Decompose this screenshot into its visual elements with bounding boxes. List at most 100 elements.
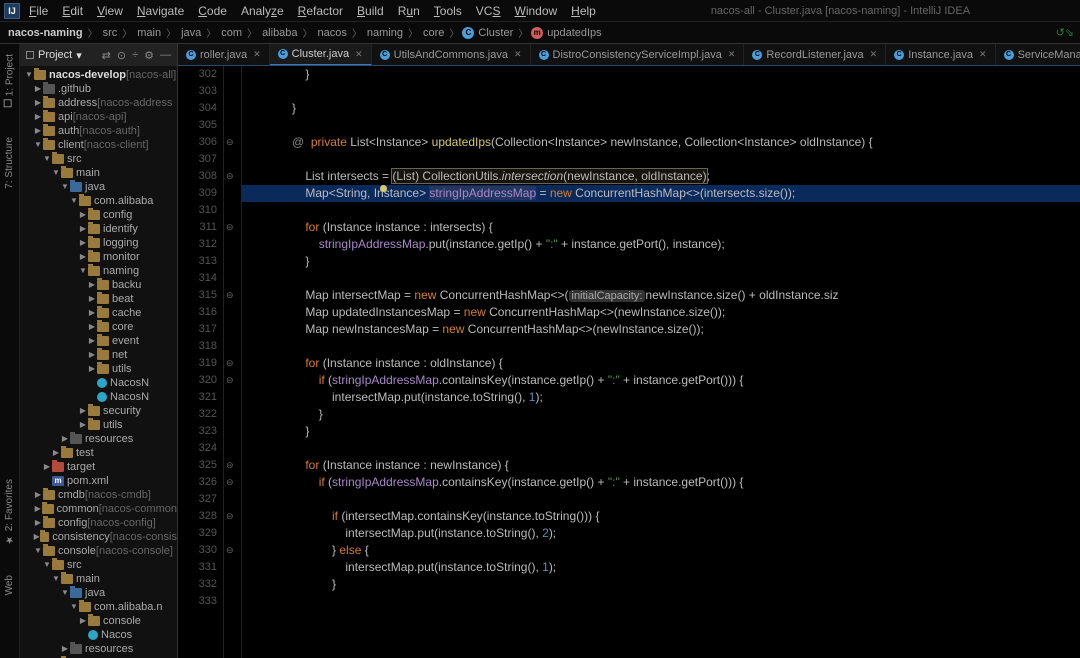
tree-arrow-icon[interactable]: ▼ <box>60 180 70 194</box>
tree-arrow-icon[interactable]: ▶ <box>78 404 88 418</box>
tool-project-button[interactable]: 1: Project <box>4 54 16 107</box>
tree-arrow-icon[interactable]: ▼ <box>69 600 79 614</box>
tree-arrow-icon[interactable]: ▶ <box>78 222 88 236</box>
tree-arrow-icon[interactable]: ▶ <box>87 306 97 320</box>
menu-navigate[interactable]: Navigate <box>130 2 191 20</box>
breadcrumb-method[interactable]: updatedIps <box>545 27 603 39</box>
breadcrumb-root[interactable]: nacos-naming <box>6 27 85 39</box>
tree-node[interactable]: ▶address [nacos-address <box>20 96 177 110</box>
menu-analyze[interactable]: Analyze <box>234 2 291 20</box>
tree-arrow-icon[interactable]: ▶ <box>33 82 43 96</box>
tree-node[interactable]: ▼com.alibaba.n <box>20 600 177 614</box>
fold-icon[interactable]: ⊖ <box>226 171 234 182</box>
tree-arrow-icon[interactable]: ▶ <box>33 530 40 544</box>
tree-node[interactable]: ▼src <box>20 152 177 166</box>
tree-node[interactable]: ▶resources <box>20 432 177 446</box>
tree-node[interactable]: ▶utils <box>20 362 177 376</box>
tree-node[interactable]: ▶target <box>20 460 177 474</box>
tree-node[interactable]: ▶.github <box>20 82 177 96</box>
project-tree[interactable]: ▼nacos-develop [nacos-all]▶.github▶addre… <box>20 66 177 658</box>
tree-node[interactable]: ▶beat <box>20 292 177 306</box>
tree-node[interactable]: ▶test <box>20 446 177 460</box>
fold-icon[interactable]: ⊖ <box>226 375 234 386</box>
tree-arrow-icon[interactable]: ▼ <box>51 572 61 586</box>
fold-icon[interactable]: ⊖ <box>226 545 234 556</box>
tree-node[interactable]: ▼nacos-develop [nacos-all] <box>20 68 177 82</box>
close-icon[interactable]: ✕ <box>514 49 522 60</box>
tool-favorites-button[interactable]: ★ 2: Favorites <box>4 479 15 545</box>
tree-node[interactable]: ▶core <box>20 320 177 334</box>
editor-tab[interactable]: CUtilsAndCommons.java✕ <box>372 44 531 65</box>
tree-node[interactable]: ▼com.alibaba <box>20 194 177 208</box>
tree-arrow-icon[interactable]: ▶ <box>33 110 43 124</box>
menu-file[interactable]: FFileile <box>22 2 55 20</box>
tree-arrow-icon[interactable]: ▼ <box>33 544 43 558</box>
code-editor[interactable]: 3023033043053063073083093103113123133143… <box>178 66 1080 658</box>
editor-tab[interactable]: Croller.java✕ <box>178 44 270 65</box>
menu-window[interactable]: Window <box>507 2 564 20</box>
tree-arrow-icon[interactable]: ▶ <box>60 642 70 656</box>
breadcrumb-nacos[interactable]: nacos <box>316 27 349 39</box>
tree-arrow-icon[interactable]: ▶ <box>78 236 88 250</box>
editor-tab[interactable]: CCluster.java✕ <box>270 44 372 66</box>
menu-build[interactable]: Build <box>350 2 391 20</box>
tree-node[interactable]: ▼console [nacos-console] <box>20 544 177 558</box>
breadcrumb-core[interactable]: core <box>421 27 446 39</box>
tree-node[interactable]: ▶config <box>20 208 177 222</box>
editor-tab[interactable]: CServiceManager.java✕ <box>996 44 1080 65</box>
fold-icon[interactable]: ⊖ <box>226 222 234 233</box>
breadcrumb-naming[interactable]: naming <box>365 27 405 39</box>
tree-arrow-icon[interactable]: ▶ <box>78 250 88 264</box>
close-icon[interactable]: ✕ <box>979 49 987 60</box>
run-indicator-icon[interactable]: ↺⇘ <box>1056 26 1074 39</box>
tree-arrow-icon[interactable]: ▼ <box>60 586 70 600</box>
menu-run[interactable]: Run <box>391 2 427 20</box>
tree-node[interactable]: ▶config [nacos-config] <box>20 516 177 530</box>
tree-arrow-icon[interactable]: ▶ <box>87 348 97 362</box>
tree-arrow-icon[interactable]: ▶ <box>87 320 97 334</box>
menu-edit[interactable]: Edit <box>55 2 90 20</box>
tree-node[interactable]: ▼main <box>20 572 177 586</box>
editor-tab[interactable]: CInstance.java✕ <box>886 44 995 65</box>
tree-arrow-icon[interactable]: ▶ <box>78 208 88 222</box>
tree-arrow-icon[interactable]: ▶ <box>33 502 42 516</box>
tree-arrow-icon[interactable]: ▶ <box>33 124 43 138</box>
menu-help[interactable]: Help <box>564 2 603 20</box>
tree-node[interactable]: ▶security <box>20 404 177 418</box>
fold-icon[interactable]: ⊖ <box>226 137 234 148</box>
sidebar-sync-icon[interactable]: ⇄ <box>102 49 111 62</box>
fold-icon[interactable]: ⊖ <box>226 290 234 301</box>
close-icon[interactable]: ✕ <box>355 49 363 60</box>
tree-arrow-icon[interactable]: ▶ <box>33 488 43 502</box>
editor-tab[interactable]: CDistroConsistencyServiceImpl.java✕ <box>531 44 745 65</box>
tree-arrow-icon[interactable]: ▼ <box>42 152 52 166</box>
tree-node[interactable]: NacosN <box>20 390 177 404</box>
code-content[interactable]: } } @ private List<Instance> updatedIps(… <box>242 66 1080 658</box>
tool-web-button[interactable]: Web <box>4 575 15 595</box>
tree-arrow-icon[interactable]: ▶ <box>33 516 43 530</box>
sidebar-target-icon[interactable]: ⊙ <box>117 49 126 62</box>
tree-node[interactable]: ▶net <box>20 348 177 362</box>
tree-arrow-icon[interactable]: ▶ <box>78 418 88 432</box>
tree-node[interactable]: ▶logging <box>20 236 177 250</box>
tool-structure-button[interactable]: 7: Structure <box>4 137 15 189</box>
tree-node[interactable]: ▼java <box>20 586 177 600</box>
tree-arrow-icon[interactable]: ▶ <box>87 362 97 376</box>
tree-node[interactable]: ▼main <box>20 166 177 180</box>
menu-refactor[interactable]: Refactor <box>291 2 350 20</box>
tree-arrow-icon[interactable]: ▼ <box>24 68 34 82</box>
close-icon[interactable]: ✕ <box>728 49 736 60</box>
tree-node[interactable]: ▶resources <box>20 642 177 656</box>
breadcrumb-class[interactable]: Cluster <box>476 27 515 39</box>
tree-arrow-icon[interactable]: ▶ <box>60 432 70 446</box>
tree-arrow-icon[interactable]: ▼ <box>69 194 79 208</box>
tree-node[interactable]: ▶api [nacos-api] <box>20 110 177 124</box>
breadcrumb-alibaba[interactable]: alibaba <box>260 27 299 39</box>
tree-arrow-icon[interactable]: ▶ <box>87 292 97 306</box>
fold-icon[interactable]: ⊖ <box>226 511 234 522</box>
menu-code[interactable]: Code <box>191 2 234 20</box>
fold-icon[interactable]: ⊖ <box>226 358 234 369</box>
menu-vcs[interactable]: VCS <box>469 2 508 20</box>
close-icon[interactable]: ✕ <box>870 49 878 60</box>
tree-arrow-icon[interactable]: ▶ <box>42 460 52 474</box>
